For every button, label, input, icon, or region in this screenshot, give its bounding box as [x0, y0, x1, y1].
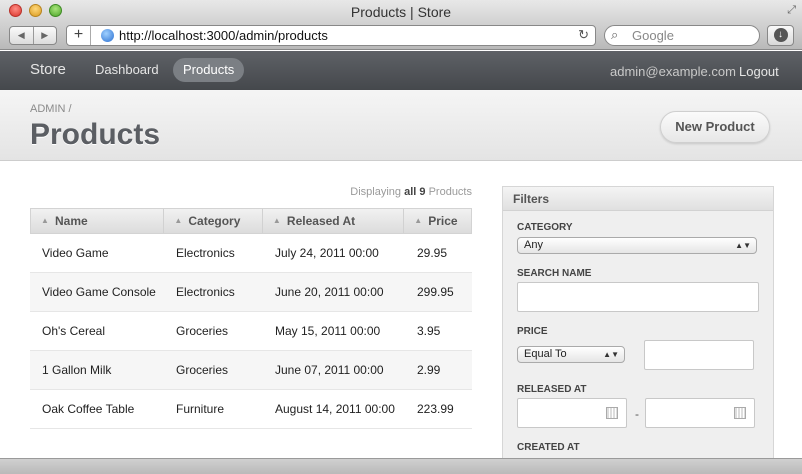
range-separator: - [635, 407, 639, 421]
reload-icon[interactable]: ↻ [578, 27, 589, 43]
released-at-from-input[interactable] [517, 398, 627, 428]
fullscreen-icon[interactable]: ⤢ [787, 4, 796, 17]
cell-name: 1 Gallon Milk [42, 363, 112, 377]
forward-arrow-icon[interactable]: ▶ [34, 27, 57, 44]
sort-icon: ▲ [174, 216, 183, 225]
column-released-at[interactable]: ▲ Released At [263, 209, 405, 233]
cell-name: Oh's Cereal [42, 324, 105, 338]
address-bar[interactable]: + http://localhost:3000/admin/products ↻ [66, 25, 596, 46]
updown-icon: ▲▼ [603, 350, 619, 359]
column-label: Name [55, 214, 88, 228]
displaying-suffix: Products [428, 186, 472, 198]
cell-released-at: May 15, 2011 00:00 [275, 324, 381, 338]
cell-name: Video Game [42, 246, 109, 260]
search-name-input[interactable] [517, 282, 759, 312]
cell-name: Oak Coffee Table [42, 402, 135, 416]
displaying-all: all 9 [404, 186, 426, 198]
displaying-count: Displaying all 9 Products [350, 186, 472, 198]
products-table: ▲ Name ▲ Category ▲ Released At ▲ Price Vide… [30, 208, 472, 429]
calendar-icon[interactable] [606, 407, 618, 419]
released-at-label: RELEASED AT [517, 384, 587, 395]
price-operator-value: Equal To [524, 348, 567, 360]
cell-released-at: June 20, 2011 00:00 [275, 285, 384, 299]
add-bookmark-icon[interactable]: + [67, 26, 91, 45]
page-title: Products [30, 118, 161, 151]
price-label: PRICE [517, 326, 548, 337]
cell-category: Groceries [176, 363, 229, 377]
sort-icon: ▲ [272, 216, 281, 225]
search-name-label: SEARCH NAME [517, 268, 592, 279]
column-category[interactable]: ▲ Category [164, 209, 263, 233]
category-select-value: Any [524, 239, 543, 251]
column-label: Category [188, 214, 241, 228]
table-row[interactable]: Video Game Console Electronics June 20, 20… [30, 273, 472, 312]
sort-icon: ▲ [41, 216, 49, 225]
cell-name: Video Game Console [42, 285, 156, 299]
column-label: Price [428, 214, 458, 228]
app-navbar: Store Dashboard Products admin@example.c… [0, 51, 802, 90]
nav-products[interactable]: Products [173, 58, 245, 82]
cell-category: Groceries [176, 324, 229, 338]
search-icon: ⌕ [611, 27, 619, 42]
page-header: ADMIN / Products New Product [0, 90, 802, 161]
cell-price: 223.99 [417, 402, 454, 416]
cell-category: Electronics [176, 285, 235, 299]
created-at-label: CREATED AT [517, 442, 580, 453]
cell-released-at: June 07, 2011 00:00 [275, 363, 384, 377]
category-select[interactable]: Any ▲▼ [517, 237, 757, 254]
cell-released-at: July 24, 2011 00:00 [275, 246, 379, 260]
filters-panel: Filters CATEGORY Any ▲▼ SEARCH NAME PRIC… [502, 186, 774, 474]
globe-icon [101, 29, 114, 42]
cell-category: Furniture [176, 402, 225, 416]
column-name[interactable]: ▲ Name [31, 209, 165, 233]
url-text[interactable]: http://localhost:3000/admin/products [119, 28, 328, 43]
calendar-icon[interactable] [734, 407, 746, 419]
column-label: Released At [286, 214, 356, 228]
table-row[interactable]: Oh's Cereal Groceries May 15, 2011 00:00 3.… [30, 312, 472, 351]
displaying-prefix: Displaying [350, 186, 402, 198]
cell-released-at: August 14, 2011 00:00 [275, 402, 395, 416]
cell-price: 3.95 [417, 324, 441, 338]
updown-icon: ▲▼ [735, 241, 751, 250]
table-row[interactable]: 1 Gallon Milk Groceries June 07, 2011 00:0… [30, 351, 472, 390]
price-value-input[interactable] [644, 340, 754, 370]
table-row[interactable]: Video Game Electronics July 24, 2011 00:00… [30, 234, 472, 273]
brand-link[interactable]: Store [30, 61, 66, 78]
back-arrow-icon[interactable]: ◀ [10, 27, 34, 44]
download-arrow-icon: ↓ [773, 28, 788, 42]
downloads-button[interactable]: ↓ [767, 25, 794, 46]
search-placeholder: Google [632, 28, 674, 43]
user-email: admin@example.com [610, 64, 736, 79]
breadcrumb-separator: / [68, 103, 72, 115]
browser-toolbar: ◀ ▶ + http://localhost:3000/admin/produc… [0, 22, 802, 50]
price-operator-select[interactable]: Equal To ▲▼ [517, 346, 625, 363]
breadcrumb: ADMIN / [30, 103, 72, 115]
table-header: ▲ Name ▲ Category ▲ Released At ▲ Price [30, 208, 472, 234]
history-buttons: ◀ ▶ [9, 26, 57, 45]
column-price[interactable]: ▲ Price [404, 209, 471, 233]
window-title: Products | Store [350, 4, 452, 20]
cell-price: 2.99 [417, 363, 441, 377]
released-at-to-input[interactable] [645, 398, 755, 428]
cell-price: 29.95 [417, 246, 448, 260]
sort-icon: ▲ [414, 216, 423, 225]
window-titlebar: Products | Store ⤢ [0, 0, 802, 22]
search-field[interactable]: ⌕ Google [604, 25, 760, 46]
nav-dashboard[interactable]: Dashboard [85, 58, 169, 82]
cell-category: Electronics [176, 246, 235, 260]
breadcrumb-admin[interactable]: ADMIN [30, 103, 65, 115]
browser-status-bar [0, 458, 802, 474]
table-row[interactable]: Oak Coffee Table Furniture August 14, 2011… [30, 390, 472, 429]
new-product-button[interactable]: New Product [660, 111, 770, 143]
logout-link[interactable]: Logout [739, 64, 779, 79]
cell-price: 299.95 [417, 285, 454, 299]
category-label: CATEGORY [517, 222, 573, 233]
table-body: Video Game Electronics July 24, 2011 00:00… [30, 234, 472, 429]
filters-title: Filters [503, 187, 773, 211]
